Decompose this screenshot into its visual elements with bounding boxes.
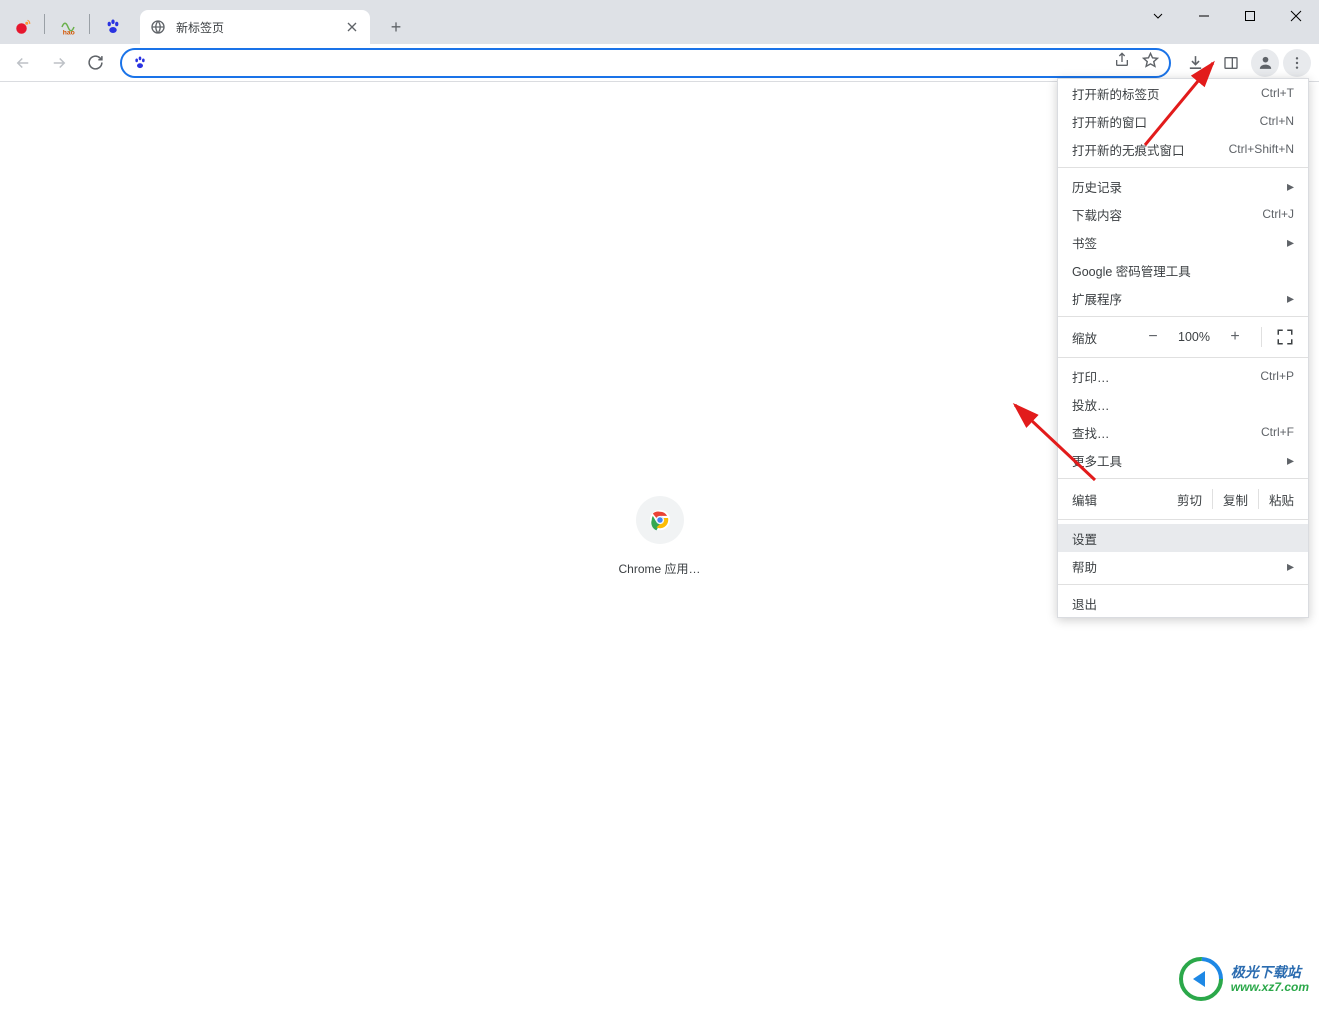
chrome-apps-icon	[635, 496, 683, 544]
watermark-url: www.xz7.com	[1231, 980, 1309, 994]
menu-zoom: 缩放 − 100% +	[1058, 321, 1308, 353]
reload-button[interactable]	[78, 48, 112, 78]
back-button[interactable]	[6, 48, 40, 78]
menu-separator	[1058, 167, 1308, 168]
share-icon[interactable]	[1114, 52, 1130, 73]
menu-help[interactable]: 帮助▸	[1058, 552, 1308, 580]
paste-button[interactable]: 粘贴	[1259, 486, 1304, 513]
fullscreen-icon[interactable]	[1276, 328, 1294, 346]
chevron-right-icon: ▸	[1287, 452, 1294, 469]
chevron-right-icon: ▸	[1287, 234, 1294, 251]
address-bar[interactable]	[120, 48, 1171, 78]
baidu-paw-icon	[132, 55, 148, 71]
menu-new-tab[interactable]: 打开新的标签页Ctrl+T	[1058, 79, 1308, 107]
forward-button[interactable]	[42, 48, 76, 78]
menu-exit[interactable]: 退出	[1058, 589, 1308, 617]
weibo-icon[interactable]	[14, 18, 32, 36]
globe-icon	[150, 19, 166, 35]
taskbar-pinned-icons-2: hao	[45, 18, 89, 44]
zoom-out-button[interactable]: −	[1141, 328, 1165, 346]
menu-separator	[1058, 316, 1308, 317]
maximize-button[interactable]	[1227, 0, 1273, 32]
hao-icon[interactable]: hao	[59, 18, 77, 36]
chevron-right-icon: ▸	[1287, 558, 1294, 575]
titlebar: hao 新标签页 +	[0, 0, 1319, 44]
watermark-logo-icon	[1177, 955, 1225, 1003]
tab-title: 新标签页	[176, 19, 344, 36]
watermark: 极光下载站 www.xz7.com	[1177, 955, 1309, 1003]
bookmark-star-icon[interactable]	[1142, 52, 1159, 74]
browser-toolbar	[0, 44, 1319, 82]
taskbar-pinned-icons	[0, 18, 44, 44]
profile-avatar-icon[interactable]	[1251, 49, 1279, 77]
window-dropdown-button[interactable]	[1135, 0, 1181, 32]
menu-settings[interactable]: 设置	[1058, 524, 1308, 552]
zoom-value: 100%	[1173, 330, 1215, 344]
more-menu-button[interactable]	[1283, 49, 1311, 77]
menu-extensions[interactable]: 扩展程序▸	[1058, 284, 1308, 312]
browser-tab[interactable]: 新标签页	[140, 10, 370, 44]
menu-separator	[1058, 584, 1308, 585]
omnibox-actions	[1114, 52, 1159, 74]
menu-bookmarks[interactable]: 书签▸	[1058, 228, 1308, 256]
menu-cast[interactable]: 投放…	[1058, 390, 1308, 418]
downloads-icon[interactable]	[1179, 48, 1211, 78]
menu-passwords[interactable]: Google 密码管理工具	[1058, 256, 1308, 284]
toolbar-right-icons	[1179, 48, 1313, 78]
side-panel-icon[interactable]	[1215, 48, 1247, 78]
close-window-button[interactable]	[1273, 0, 1319, 32]
minimize-button[interactable]	[1181, 0, 1227, 32]
copy-button[interactable]: 复制	[1213, 486, 1258, 513]
menu-edit-row: 编辑 剪切 复制 粘贴	[1058, 483, 1308, 515]
zoom-in-button[interactable]: +	[1223, 328, 1247, 346]
cut-button[interactable]: 剪切	[1167, 486, 1212, 513]
menu-separator	[1058, 478, 1308, 479]
new-tab-button[interactable]: +	[382, 13, 410, 41]
svg-text:hao: hao	[63, 30, 75, 37]
close-icon[interactable]	[344, 19, 360, 35]
menu-find[interactable]: 查找…Ctrl+F	[1058, 418, 1308, 446]
chevron-right-icon: ▸	[1287, 178, 1294, 195]
menu-separator	[1058, 519, 1308, 520]
menu-incognito[interactable]: 打开新的无痕式窗口Ctrl+Shift+N	[1058, 135, 1308, 163]
menu-history[interactable]: 历史记录▸	[1058, 172, 1308, 200]
window-controls	[1135, 0, 1319, 32]
baidu-paw-icon[interactable]	[104, 18, 122, 36]
shortcut-label: Chrome 应用…	[618, 560, 700, 577]
watermark-title: 极光下载站	[1231, 964, 1309, 981]
menu-separator	[1058, 357, 1308, 358]
menu-print[interactable]: 打印…Ctrl+P	[1058, 362, 1308, 390]
browser-main-menu: 打开新的标签页Ctrl+T 打开新的窗口Ctrl+N 打开新的无痕式窗口Ctrl…	[1057, 78, 1309, 618]
url-input[interactable]	[156, 55, 1114, 70]
menu-more-tools[interactable]: 更多工具▸	[1058, 446, 1308, 474]
menu-downloads[interactable]: 下载内容Ctrl+J	[1058, 200, 1308, 228]
menu-new-window[interactable]: 打开新的窗口Ctrl+N	[1058, 107, 1308, 135]
taskbar-pinned-icons-3	[90, 18, 134, 44]
chevron-right-icon: ▸	[1287, 290, 1294, 307]
chrome-apps-shortcut[interactable]: Chrome 应用…	[618, 496, 700, 577]
